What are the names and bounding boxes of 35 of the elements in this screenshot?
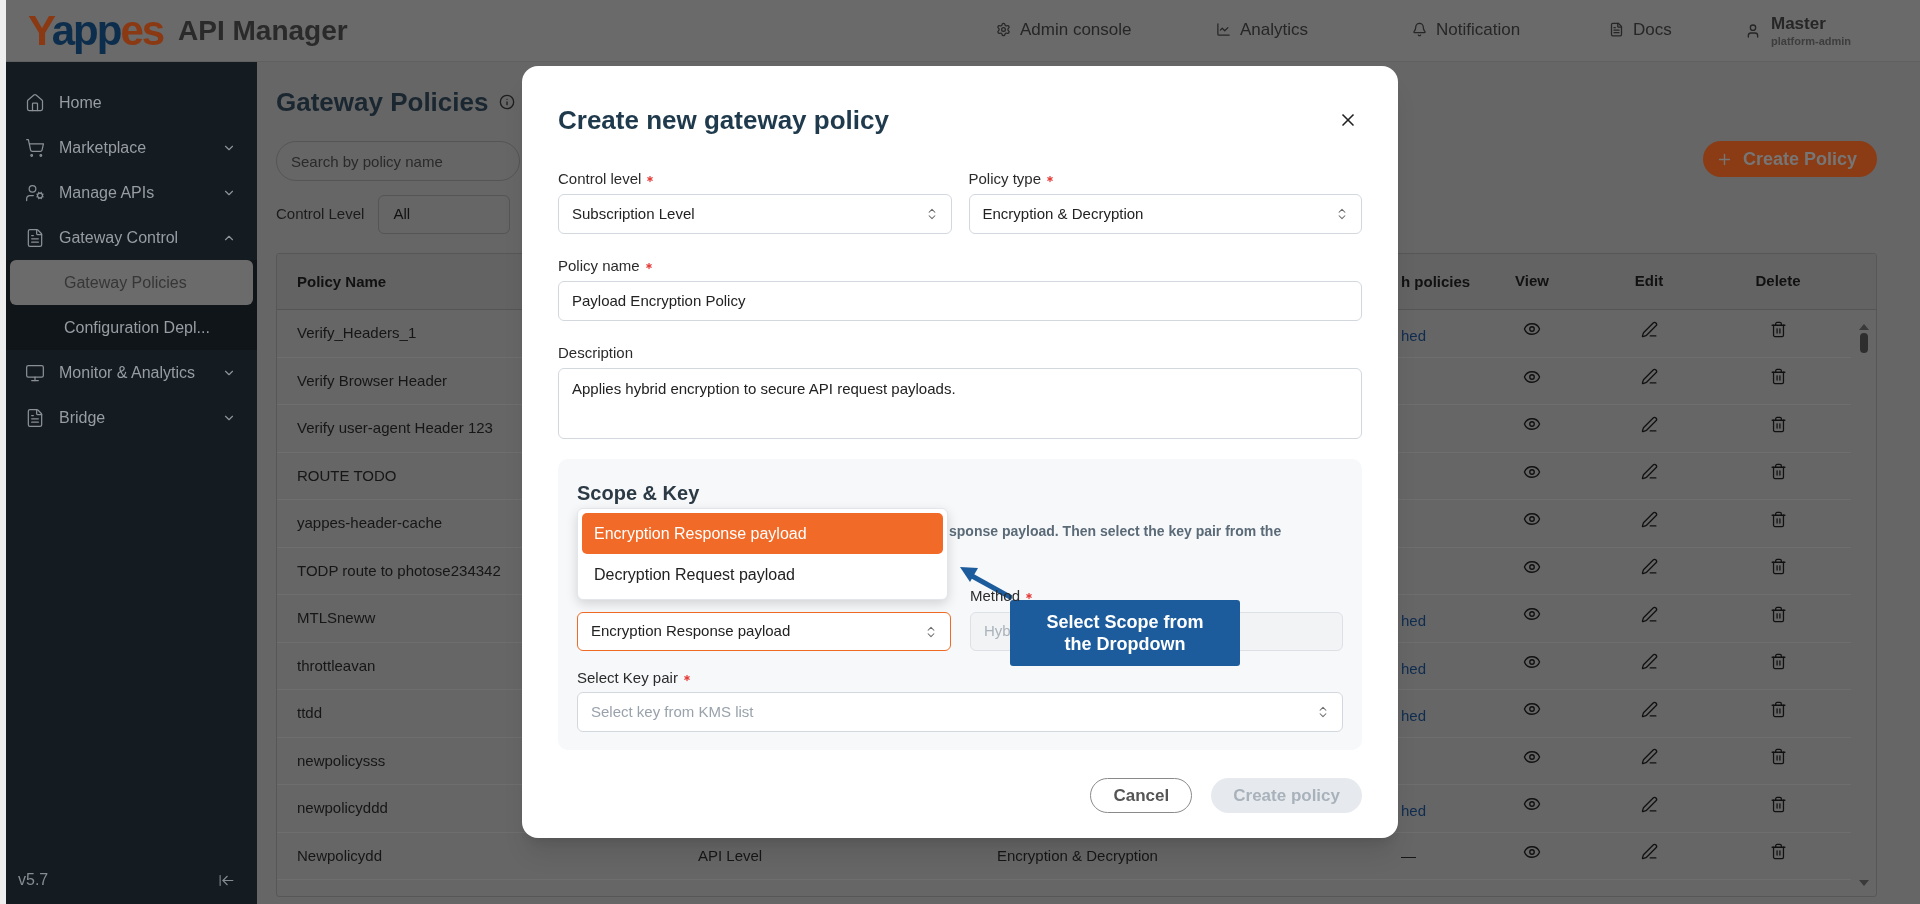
field-label: Select Key pair bbox=[577, 667, 678, 688]
column-header: View bbox=[1515, 271, 1549, 292]
field-label: Description bbox=[558, 342, 634, 363]
app-title: API Manager bbox=[178, 13, 348, 48]
logo: Yappes bbox=[28, 9, 164, 52]
table-cell: newpolicyddd bbox=[297, 799, 388, 817]
field-label: Control level bbox=[558, 168, 642, 189]
column-header: Edit bbox=[1634, 271, 1664, 292]
table-cell: yappes-header-cache bbox=[297, 514, 443, 532]
section-title: Scope & Key bbox=[577, 481, 701, 506]
field-label: Policy type bbox=[968, 168, 1042, 189]
table-cell: API Level bbox=[698, 846, 763, 864]
version-label: v5.7 bbox=[18, 870, 49, 890]
table-cell: Verify_Headers_1 bbox=[297, 324, 417, 342]
user-name: Master bbox=[1771, 13, 1827, 34]
page-title: Gateway Policies bbox=[276, 85, 489, 119]
table-cell: MTLSneww bbox=[297, 609, 376, 627]
table-cell: ttdd bbox=[297, 704, 323, 722]
table-cell: throttleavan bbox=[297, 656, 376, 674]
field-label: Policy name bbox=[558, 255, 640, 276]
dialog-title: Create new gateway policy bbox=[558, 104, 889, 137]
callout-tooltip: Select Scope from the Dropdown bbox=[1010, 600, 1240, 666]
table-cell: Verify user-agent Header 123 bbox=[297, 419, 493, 437]
table-cell: TODP route to photose234342 bbox=[297, 561, 501, 579]
table-cell: Verify Browser Header bbox=[297, 371, 448, 389]
column-header: Delete bbox=[1755, 271, 1801, 292]
table-cell: Newpolicydd bbox=[297, 846, 383, 864]
table-cell: Encryption & Decryption bbox=[997, 846, 1158, 864]
filter-label: Control Level bbox=[276, 204, 365, 225]
table-cell: newpolicysss bbox=[297, 751, 386, 769]
column-header: h policies bbox=[1401, 272, 1471, 290]
table-cell: — bbox=[1401, 846, 1416, 864]
column-header: Policy Name bbox=[297, 272, 387, 290]
table-cell: ROUTE TODO bbox=[297, 466, 397, 484]
section-description: sponse payload. Then select the key pair from the bbox=[949, 522, 1283, 541]
